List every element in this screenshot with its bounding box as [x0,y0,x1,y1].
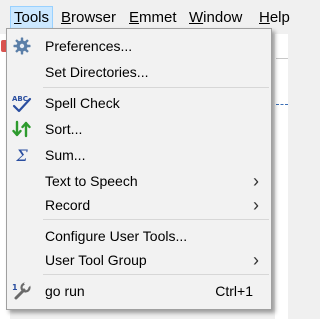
menu-emmet[interactable]: Emmet [129,7,177,29]
menu-item-set-directories[interactable]: Set Directories... [9,60,269,84]
menu-item-preferences[interactable]: Preferences... [9,34,269,58]
svg-text:1: 1 [12,283,18,292]
shortcut-label: Ctrl+1 [215,283,253,299]
tools-dropdown-menu: Preferences... Set Directories... ABC Sp… [6,28,272,310]
menu-window[interactable]: Window [189,7,242,29]
gear-icon [11,35,33,57]
menu-item-spell-check[interactable]: ABC Spell Check [9,91,269,115]
svg-text:ABC: ABC [12,95,28,103]
spell-check-icon: ABC [11,92,33,114]
menu-item-configure-user-tools[interactable]: Configure User Tools... [9,224,269,248]
menu-item-label: go run [45,283,85,299]
menu-item-label: Preferences... [45,38,133,54]
ruler-line [276,104,288,105]
menu-item-label: Text to Speech [45,173,138,189]
menu-item-user-tool-group[interactable]: User Tool Group › [9,248,269,272]
menu-item-label: User Tool Group [45,252,147,268]
editor-background-right [275,34,288,319]
menu-item-sum[interactable]: Σ Sum... [9,143,269,167]
menu-item-record[interactable]: Record › [9,193,269,217]
menu-browser[interactable]: Browser [61,7,116,29]
submenu-arrow-icon: › [253,194,259,215]
menu-item-label: Sum... [45,147,86,163]
sum-icon: Σ [16,145,28,165]
sort-icon [11,118,33,140]
menu-item-label: Configure User Tools... [45,228,188,244]
menu-item-label: Sort... [45,121,83,137]
menu-item-label: Spell Check [45,95,120,111]
toolbar-divider [276,36,288,59]
menu-tools[interactable]: Tools [10,6,54,30]
tool-icon: 1 [11,280,33,302]
menu-item-label: Set Directories... [45,64,149,80]
menu-help[interactable]: Help [259,7,290,29]
menu-item-go-run[interactable]: 1 go run Ctrl+1 [9,279,269,303]
menu-separator [43,219,269,220]
menu-item-text-to-speech[interactable]: Text to Speech › [9,169,269,193]
menu-separator [43,274,269,275]
menu-item-sort[interactable]: Sort... [9,117,269,141]
submenu-arrow-icon: › [253,170,259,191]
menu-item-label: Record [45,197,91,213]
submenu-arrow-icon: › [253,249,259,270]
menu-separator [43,87,269,88]
